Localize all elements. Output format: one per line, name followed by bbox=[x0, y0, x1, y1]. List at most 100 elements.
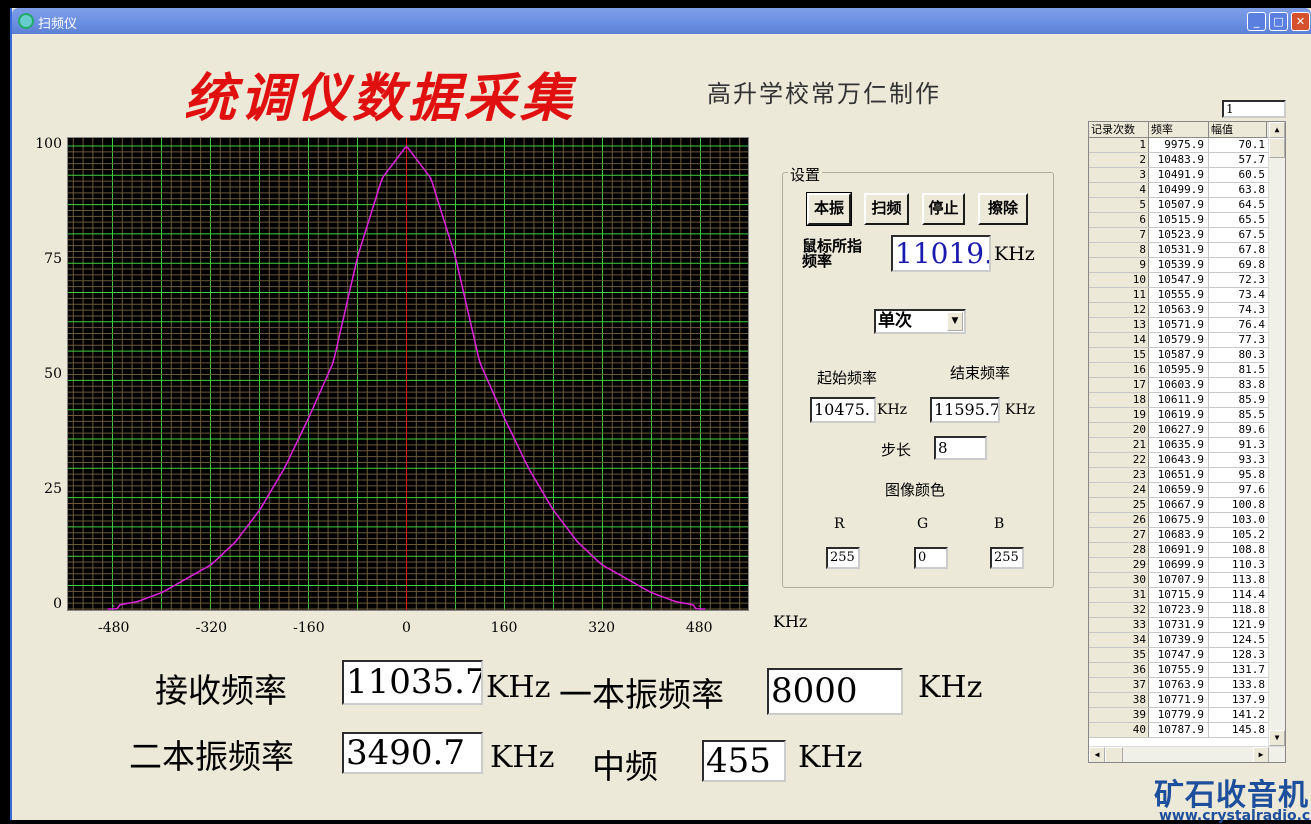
start-freq-input[interactable]: 10475. bbox=[810, 397, 876, 423]
table-row[interactable]: 40 10787.9 145.8 bbox=[1089, 723, 1285, 738]
data-point bbox=[356, 255, 359, 258]
table-row[interactable]: 7 10523.9 67.5 bbox=[1089, 228, 1285, 243]
b-input[interactable]: 255 bbox=[990, 547, 1024, 569]
cell-index: 24 bbox=[1089, 483, 1149, 497]
image-color-label: 图像颜色 bbox=[885, 481, 946, 499]
cell-frequency: 10723.9 bbox=[1149, 603, 1209, 617]
table-row[interactable]: 15 10587.9 80.3 bbox=[1089, 348, 1285, 363]
r-input[interactable]: 255 bbox=[826, 547, 860, 569]
table-row[interactable]: 8 10531.9 67.8 bbox=[1089, 243, 1285, 258]
cell-frequency: 10515.9 bbox=[1149, 213, 1209, 227]
table-row[interactable]: 6 10515.9 65.5 bbox=[1089, 213, 1285, 228]
table-row[interactable]: 16 10595.9 81.5 bbox=[1089, 363, 1285, 378]
table-row[interactable]: 27 10683.9 105.2 bbox=[1089, 528, 1285, 543]
table-row[interactable]: 31 10715.9 114.4 bbox=[1089, 588, 1285, 603]
data-point bbox=[625, 577, 627, 580]
table-row[interactable]: 38 10771.9 137.9 bbox=[1089, 693, 1285, 708]
cell-frequency: 10579.9 bbox=[1149, 333, 1209, 347]
cell-frequency: 10739.9 bbox=[1149, 633, 1209, 647]
close-button[interactable]: ✕ bbox=[1291, 12, 1310, 31]
step-input[interactable]: 8 bbox=[934, 436, 987, 460]
table-row[interactable]: 28 10691.9 108.8 bbox=[1089, 543, 1285, 558]
scroll-left-icon[interactable]: ◀ bbox=[1089, 747, 1105, 762]
table-row[interactable]: 14 10579.9 77.3 bbox=[1089, 333, 1285, 348]
table-row[interactable]: 21 10635.9 91.3 bbox=[1089, 438, 1285, 453]
horizontal-scrollbar[interactable]: ◀ ▶ bbox=[1089, 746, 1285, 762]
cell-amplitude: 83.8 bbox=[1238, 378, 1266, 391]
table-row[interactable]: 22 10643.9 93.3 bbox=[1089, 453, 1285, 468]
scroll-down-icon[interactable]: ▼ bbox=[1269, 730, 1285, 746]
maximize-button[interactable]: □ bbox=[1269, 12, 1288, 31]
cell-amplitude: 76.4 bbox=[1238, 318, 1266, 331]
table-row[interactable]: 12 10563.9 74.3 bbox=[1089, 303, 1285, 318]
table-row[interactable]: 29 10699.9 110.3 bbox=[1089, 558, 1285, 573]
cell-frequency: 10747.9 bbox=[1149, 648, 1209, 662]
table-row[interactable]: 9 10539.9 69.8 bbox=[1089, 258, 1285, 273]
cell-index: 4 bbox=[1089, 183, 1149, 197]
minimize-button[interactable]: _ bbox=[1247, 12, 1266, 31]
table-row[interactable]: 37 10763.9 133.8 bbox=[1089, 678, 1285, 693]
y-tick-label: 0 bbox=[53, 596, 62, 612]
table-row[interactable]: 18 10611.9 85.9 bbox=[1089, 393, 1285, 408]
cell-index: 35 bbox=[1089, 648, 1149, 662]
hscroll-thumb[interactable] bbox=[1105, 747, 1123, 762]
table-row[interactable]: 2 10483.9 57.7 bbox=[1089, 153, 1285, 168]
g-input[interactable]: 0 bbox=[914, 547, 948, 569]
lo2-freq-field[interactable]: 3490.7 bbox=[342, 732, 483, 774]
stop-button[interactable]: 停止 bbox=[922, 193, 965, 225]
table-row[interactable]: 13 10571.9 76.4 bbox=[1089, 318, 1285, 333]
r-label: R bbox=[834, 516, 845, 532]
table-row[interactable]: 4 10499.9 63.8 bbox=[1089, 183, 1285, 198]
y-tick-label: 25 bbox=[44, 481, 62, 497]
data-point bbox=[649, 591, 652, 593]
header-frequency[interactable]: 频率 bbox=[1149, 122, 1209, 137]
data-point bbox=[576, 540, 579, 543]
lo-button[interactable]: 本振 bbox=[806, 192, 852, 226]
recv-freq-field[interactable]: 11035.7 bbox=[342, 660, 483, 705]
table-row[interactable]: 39 10779.9 141.2 bbox=[1089, 708, 1285, 723]
table-row[interactable]: 23 10651.9 95.8 bbox=[1089, 468, 1285, 483]
sweep-chart[interactable] bbox=[67, 137, 749, 611]
cell-index: 18 bbox=[1089, 393, 1149, 407]
table-row[interactable]: 5 10507.9 64.5 bbox=[1089, 198, 1285, 213]
table-row[interactable]: 30 10707.9 113.8 bbox=[1089, 573, 1285, 588]
erase-button[interactable]: 擦除 bbox=[978, 193, 1028, 225]
table-row[interactable]: 26 10675.9 103.0 bbox=[1089, 513, 1285, 528]
table-row[interactable]: 35 10747.9 128.3 bbox=[1089, 648, 1285, 663]
cell-frequency: 10731.9 bbox=[1149, 618, 1209, 632]
table-row[interactable]: 1 9975.9 70.1 bbox=[1089, 138, 1285, 153]
cell-index: 21 bbox=[1089, 438, 1149, 452]
table-row[interactable]: 36 10755.9 131.7 bbox=[1089, 663, 1285, 678]
table-row[interactable]: 34 10739.9 124.5 bbox=[1089, 633, 1285, 648]
scroll-up-icon[interactable]: ▲ bbox=[1269, 122, 1285, 138]
cell-index: 29 bbox=[1089, 558, 1149, 572]
table-row[interactable]: 17 10603.9 83.8 bbox=[1089, 378, 1285, 393]
mode-select[interactable]: 单次 ▼ bbox=[874, 309, 966, 334]
table-row[interactable]: 25 10667.9 100.8 bbox=[1089, 498, 1285, 513]
if-freq-field[interactable]: 455 bbox=[702, 740, 786, 782]
recv-freq-label: 接收频率 bbox=[155, 671, 287, 710]
table-row[interactable]: 20 10627.9 89.6 bbox=[1089, 423, 1285, 438]
cell-frequency: 10787.9 bbox=[1149, 723, 1209, 737]
end-freq-input[interactable]: 11595.7 bbox=[930, 397, 1000, 423]
table-row[interactable]: 10 10547.9 72.3 bbox=[1089, 273, 1285, 288]
cell-amplitude: 121.9 bbox=[1231, 618, 1265, 631]
record-table[interactable]: 记录次数 频率 幅值 1 9975.9 70.1 2 10483.9 57.7 3 10491… bbox=[1088, 121, 1286, 763]
vertical-scrollbar[interactable]: ▲ ▼ bbox=[1268, 122, 1285, 746]
table-row[interactable]: 33 10731.9 121.9 bbox=[1089, 618, 1285, 633]
chevron-down-icon[interactable]: ▼ bbox=[947, 312, 963, 331]
lo1-freq-field[interactable]: 8000 bbox=[767, 668, 903, 715]
table-row[interactable]: 19 10619.9 85.5 bbox=[1089, 408, 1285, 423]
scroll-right-icon[interactable]: ▶ bbox=[1253, 747, 1269, 762]
table-row[interactable]: 11 10555.9 73.4 bbox=[1089, 288, 1285, 303]
table-row[interactable]: 32 10723.9 118.8 bbox=[1089, 603, 1285, 618]
table-row[interactable]: 3 10491.9 60.5 bbox=[1089, 168, 1285, 183]
lo2-freq-label: 二本振频率 bbox=[129, 737, 294, 776]
cell-frequency: 10611.9 bbox=[1149, 393, 1209, 407]
table-row[interactable]: 24 10659.9 97.6 bbox=[1089, 483, 1285, 498]
scroll-thumb[interactable] bbox=[1269, 138, 1285, 158]
header-amplitude[interactable]: 幅值 bbox=[1209, 122, 1267, 137]
sweep-button[interactable]: 扫频 bbox=[864, 193, 909, 225]
record-index-input[interactable]: 1 bbox=[1222, 100, 1286, 118]
header-index[interactable]: 记录次数 bbox=[1089, 122, 1149, 137]
